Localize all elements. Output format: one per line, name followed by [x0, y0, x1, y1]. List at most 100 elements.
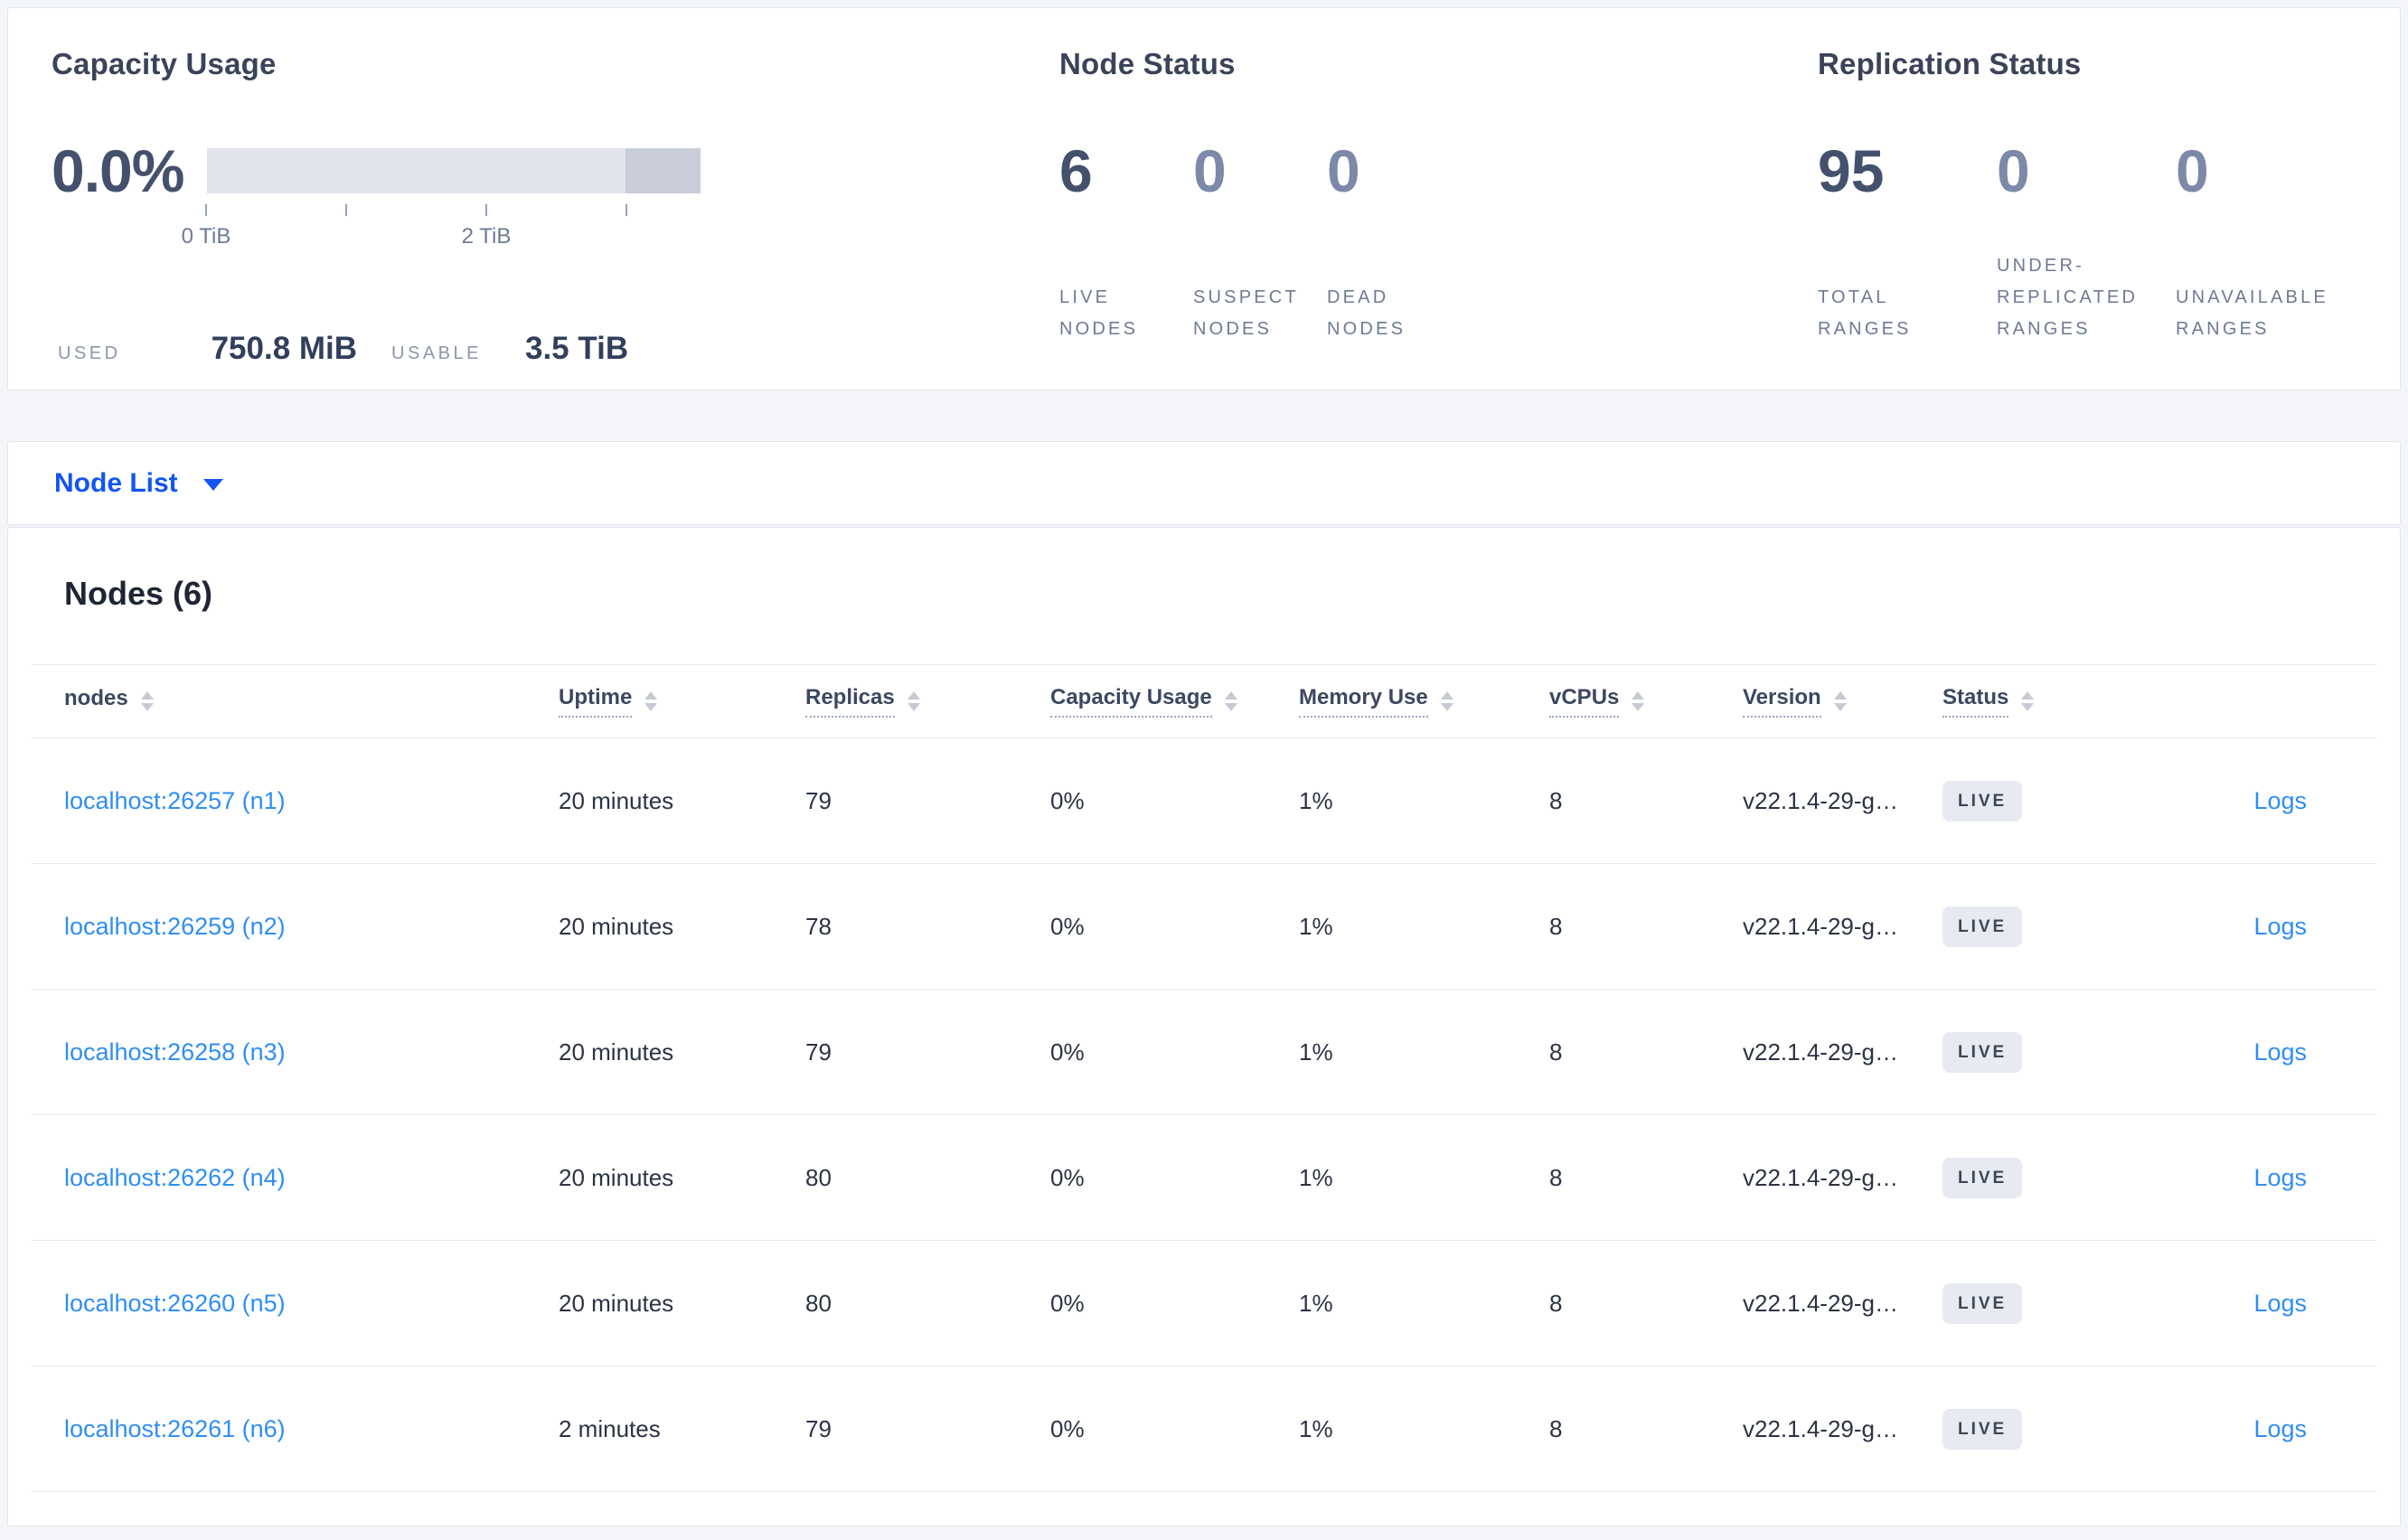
- logs-link[interactable]: Logs: [2253, 1164, 2307, 1192]
- sort-up-arrow: [1833, 691, 1847, 700]
- replication-status-title: Replication Status: [1818, 47, 2082, 80]
- status-cell: LIVE: [1942, 780, 2168, 822]
- logs-cell: Logs: [2168, 1415, 2307, 1443]
- sort-down-arrow: [907, 703, 920, 711]
- node-address-link[interactable]: localhost:26257 (n1): [64, 787, 559, 815]
- sort-icon: [140, 691, 154, 711]
- stat-label: UNDER-REPLICATED RANGES: [1997, 256, 2139, 339]
- gauge-tick-label: 2 TiB: [461, 224, 512, 249]
- capacity-usage-cell: 0%: [1050, 1414, 1085, 1442]
- column-header-version[interactable]: Version: [1743, 685, 1942, 718]
- stat-column: 6 LIVE NODES: [1059, 139, 1193, 345]
- table-row: localhost:26262 (n4) 20 minutes 80 0% 1% 8 v22…: [32, 1115, 2376, 1241]
- column-header-label: Capacity Usage: [1050, 685, 1212, 718]
- status-cell: LIVE: [1942, 906, 2168, 947]
- column-header-label: Version: [1743, 685, 1821, 718]
- column-header-status[interactable]: Status: [1942, 685, 2168, 718]
- status-cell: LIVE: [1942, 1408, 2168, 1450]
- logs-cell: Logs: [2168, 1038, 2307, 1066]
- logs-link[interactable]: Logs: [2253, 1415, 2307, 1443]
- replication-status-panel: Replication Status 95 TOTAL RANGES 0 UNDER-…: [1818, 47, 2387, 345]
- sort-up-arrow: [2021, 691, 2035, 700]
- stat-column: 0 SUSPECT NODES: [1193, 139, 1327, 345]
- node-address-link[interactable]: localhost:26261 (n6): [64, 1415, 559, 1443]
- node-list-dropdown[interactable]: Node List: [54, 468, 223, 499]
- uptime-cell: 20 minutes: [559, 1289, 674, 1317]
- status-cell: LIVE: [1942, 1031, 2168, 1073]
- nodes-table-header-row: nodes Uptime Replicas Capacity Usage Memory …: [32, 664, 2376, 738]
- vcpus-cell: 8: [1549, 1414, 1563, 1442]
- stat-label: DEAD NODES: [1327, 287, 1406, 339]
- column-header-uptime[interactable]: Uptime: [559, 685, 805, 718]
- stat-value: 0: [1327, 137, 1360, 204]
- stat-label: LIVE NODES: [1059, 287, 1139, 339]
- live-status-badge: LIVE: [1942, 1408, 2023, 1450]
- sort-down-arrow: [1632, 703, 1645, 711]
- node-status-title: Node Status: [1059, 47, 1236, 80]
- column-header-label: nodes: [64, 686, 128, 710]
- usable-label: USABLE: [391, 343, 482, 363]
- memory-use-cell: 1%: [1299, 1038, 1333, 1066]
- capacity-gauge: 0 TiB 2 TiB: [182, 148, 701, 275]
- sort-up-arrow: [140, 691, 154, 700]
- capacity-gauge-bar: [207, 148, 701, 193]
- sort-icon: [1440, 691, 1453, 711]
- column-header-nodes[interactable]: nodes: [64, 686, 559, 717]
- node-address-link[interactable]: localhost:26262 (n4): [64, 1164, 559, 1192]
- column-header-label: vCPUs: [1549, 685, 1620, 718]
- sort-icon: [1833, 691, 1847, 711]
- used-label: USED: [58, 343, 121, 363]
- capacity-percent-value: 0.0%: [52, 137, 184, 204]
- cluster-summary-bar: Capacity Usage 0.0% 0 TiB 2 TiB USED 750.…: [7, 7, 2401, 390]
- status-cell: LIVE: [1942, 1282, 2168, 1324]
- node-address-link[interactable]: localhost:26259 (n2): [64, 913, 559, 941]
- column-header-replicas[interactable]: Replicas: [805, 685, 1050, 718]
- node-address-link[interactable]: localhost:26260 (n5): [64, 1290, 559, 1318]
- capacity-usage-title: Capacity Usage: [52, 47, 277, 80]
- vcpus-cell: 8: [1549, 1163, 1563, 1191]
- gauge-tick: [205, 204, 207, 216]
- column-header-memory-use[interactable]: Memory Use: [1299, 685, 1549, 718]
- stat-label: UNAVAILABLE RANGES: [2176, 287, 2328, 339]
- table-row: localhost:26261 (n6) 2 minutes 79 0% 1% 8 v22.…: [32, 1366, 2376, 1492]
- replicas-cell: 79: [805, 786, 832, 814]
- version-cell: v22.1.4-29-g…: [1743, 912, 1898, 940]
- logs-link[interactable]: Logs: [2253, 913, 2307, 941]
- version-cell: v22.1.4-29-g…: [1743, 1289, 1898, 1317]
- table-row: localhost:26258 (n3) 20 minutes 79 0% 1% 8 v22…: [32, 990, 2376, 1115]
- column-header-label: Uptime: [559, 685, 633, 718]
- table-row: localhost:26259 (n2) 20 minutes 78 0% 1% 8 v22…: [32, 864, 2376, 990]
- stat-column: 0 DEAD NODES: [1327, 139, 1461, 345]
- sort-down-arrow: [1833, 703, 1847, 711]
- stat-label: TOTAL RANGES: [1818, 287, 1912, 339]
- live-status-badge: LIVE: [1942, 780, 2023, 822]
- capacity-usage-cell: 0%: [1050, 912, 1085, 940]
- live-status-badge: LIVE: [1942, 1157, 2023, 1198]
- memory-use-cell: 1%: [1299, 912, 1333, 940]
- version-cell: v22.1.4-29-g…: [1743, 786, 1898, 814]
- uptime-cell: 20 minutes: [559, 912, 674, 940]
- column-header-label: Replicas: [805, 685, 895, 718]
- stat-value: 6: [1059, 137, 1093, 204]
- stat-label: SUSPECT NODES: [1193, 287, 1299, 339]
- column-header-label: Memory Use: [1299, 685, 1428, 718]
- column-header-vcpus[interactable]: vCPUs: [1549, 685, 1743, 718]
- logs-link[interactable]: Logs: [2253, 787, 2307, 815]
- node-address-link[interactable]: localhost:26258 (n3): [64, 1038, 559, 1066]
- node-status-stats: 6 LIVE NODES 0 SUSPECT NODES 0 DEAD NODES: [1059, 139, 1773, 345]
- logs-link[interactable]: Logs: [2253, 1290, 2307, 1318]
- logs-cell: Logs: [2168, 1164, 2307, 1192]
- gauge-tick: [626, 204, 627, 216]
- replication-status-stats: 95 TOTAL RANGES 0 UNDER-REPLICATED RANGES 0 U…: [1818, 139, 2387, 345]
- replicas-cell: 80: [805, 1289, 832, 1317]
- column-header-capacity-usage[interactable]: Capacity Usage: [1050, 685, 1299, 718]
- vcpus-cell: 8: [1549, 786, 1563, 814]
- version-cell: v22.1.4-29-g…: [1743, 1414, 1898, 1442]
- replicas-cell: 79: [805, 1414, 832, 1442]
- sort-icon: [907, 691, 920, 711]
- logs-link[interactable]: Logs: [2253, 1038, 2307, 1066]
- capacity-usage-cell: 0%: [1050, 1038, 1085, 1066]
- replicas-cell: 79: [805, 1038, 832, 1066]
- status-cell: LIVE: [1942, 1157, 2168, 1198]
- vcpus-cell: 8: [1549, 1038, 1563, 1066]
